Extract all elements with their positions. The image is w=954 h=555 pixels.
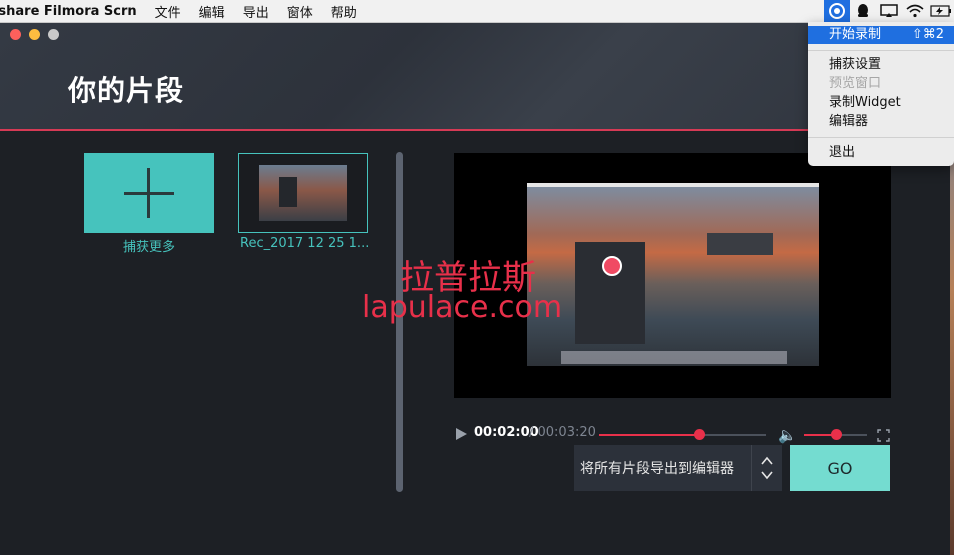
status-area (824, 0, 954, 22)
menu-preview-window: 预览窗口 (829, 76, 882, 91)
menu-start-record-shortcut: ⇧⌘2 (911, 27, 944, 42)
volume-icon[interactable]: 🔈 (778, 426, 797, 444)
menu-edit[interactable]: 编辑 (199, 2, 225, 21)
watermark-url: lapulace.com (362, 290, 563, 325)
zoom-window-button[interactable] (48, 29, 59, 40)
total-time: / 00:03:20 (529, 425, 596, 440)
seek-progress (599, 434, 700, 436)
menu-window[interactable]: 窗体 (287, 2, 313, 21)
chevron-up-down-icon (751, 445, 782, 491)
preview-widget (707, 233, 773, 255)
page-title: 你的片段 (68, 74, 185, 107)
seek-slider[interactable] (599, 429, 766, 440)
preview-record-button (602, 256, 622, 276)
menu-separator (808, 137, 954, 138)
go-button[interactable]: GO (790, 445, 890, 491)
volume-slider[interactable] (804, 429, 867, 440)
clip-thumbnail[interactable] (238, 153, 368, 233)
menu-editor[interactable]: 编辑器 (808, 113, 954, 131)
menu-start-record[interactable]: 开始录制 ⇧⌘2 (808, 26, 954, 44)
play-icon[interactable] (456, 428, 467, 440)
export-target-label: 将所有片段导出到编辑器 (580, 461, 734, 477)
screen-share-icon[interactable] (876, 0, 902, 22)
menu-export[interactable]: 导出 (243, 2, 269, 21)
preview-record-panel (575, 242, 645, 344)
battery-icon[interactable] (928, 0, 954, 22)
fullscreen-icon[interactable] (877, 427, 890, 442)
capture-more-label: 捕获更多 (122, 240, 175, 255)
export-target-select[interactable]: 将所有片段导出到编辑器 (574, 445, 782, 491)
menu-quit[interactable]: 退出 (808, 144, 954, 162)
wifi-icon[interactable] (902, 0, 928, 22)
menu-capture-settings[interactable]: 捕获设置 (808, 56, 954, 74)
clip-thumbnail-image (259, 165, 347, 221)
preview-menubar (527, 183, 819, 187)
plus-icon-vertical (147, 168, 150, 218)
record-icon[interactable] (824, 0, 850, 22)
menu-separator (808, 50, 954, 51)
menu-record-widget[interactable]: 录制Widget (808, 94, 954, 112)
qq-icon[interactable] (850, 0, 876, 22)
menu-help[interactable]: 帮助 (331, 2, 357, 21)
app-name-menu[interactable]: rshare Filmora Scrn (0, 4, 137, 19)
menu-file[interactable]: 文件 (155, 2, 181, 21)
clip-label: Rec_2017 12 25 1... (240, 236, 368, 251)
preview-desktop-image (527, 183, 819, 366)
record-status-menu: 开始录制 ⇧⌘2 捕获设置 预览窗口 录制Widget 编辑器 退出 (808, 22, 954, 166)
menu-start-record-label: 开始录制 (829, 27, 882, 42)
volume-knob[interactable] (830, 429, 842, 440)
thumbnail-panel (279, 177, 297, 207)
minimize-window-button[interactable] (29, 29, 40, 40)
menu-bar: rshare Filmora Scrn 文件 编辑 导出 窗体 帮助 (0, 0, 954, 23)
capture-more-button[interactable] (84, 153, 214, 233)
preview-dock (561, 351, 787, 364)
close-window-button[interactable] (10, 29, 21, 40)
